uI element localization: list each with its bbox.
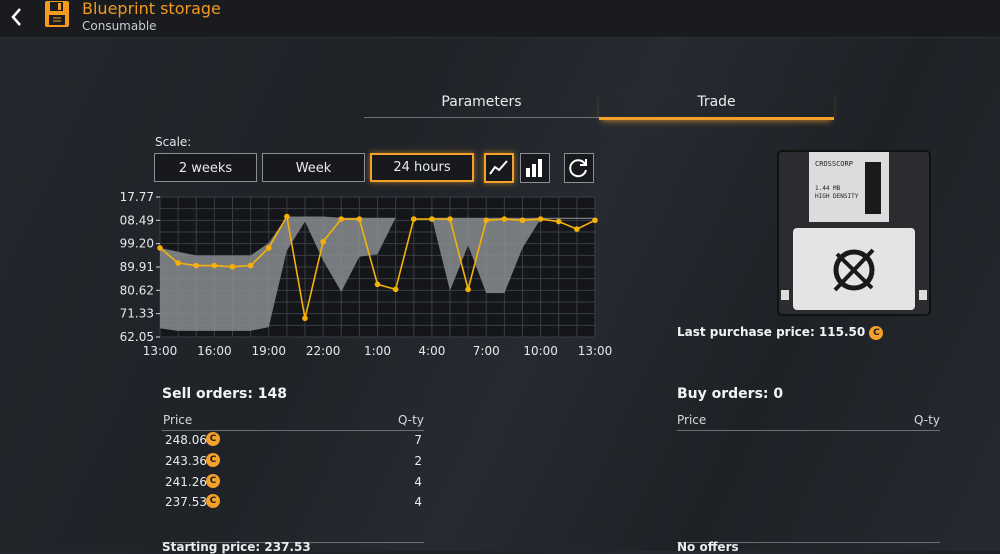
price-point — [483, 217, 490, 224]
bar-chart-toggle-button[interactable] — [520, 153, 550, 183]
refresh-icon — [569, 159, 587, 178]
price-point — [157, 245, 163, 251]
sell-orders-title: Sell orders: 148 — [162, 386, 288, 402]
no-offers-text: No offers — [677, 540, 739, 554]
price-point — [555, 218, 562, 225]
y-tick-label: 299.20 — [120, 237, 154, 251]
currency-coin-icon: C — [869, 325, 884, 340]
x-tick-label: 16:00 — [197, 344, 232, 358]
disk-label-text: CROSSCORP — [815, 160, 853, 168]
price-point — [447, 216, 453, 222]
price-point — [429, 216, 435, 222]
y-tick-label: 262.05 — [120, 330, 154, 344]
divider — [162, 430, 424, 431]
sell-order-price: 243.36 — [165, 454, 207, 468]
x-tick-label: 7:00 — [473, 344, 500, 358]
currency-coin-icon: C — [206, 432, 220, 446]
sell-order-qty: 4 — [414, 475, 422, 489]
tab-trade[interactable]: Trade — [599, 90, 834, 120]
sell-order-qty: 2 — [414, 454, 422, 468]
price-point — [501, 216, 508, 222]
disk-label-text: 1.44 MB — [815, 185, 841, 192]
price-point — [247, 262, 254, 269]
x-tick-label: 22:00 — [306, 344, 341, 358]
y-tick-label: 289.91 — [120, 260, 154, 274]
sell-order-row[interactable]: 248.06 C 7 — [162, 432, 424, 453]
item-image-floppy-disk: CROSSCORP 1.44 MB HIGH DENSITY — [777, 150, 931, 316]
sell-qty-header: Q-ty — [398, 413, 424, 427]
sell-order-row[interactable]: 237.53 C 4 — [162, 494, 424, 515]
price-point — [574, 226, 580, 232]
line-chart-icon — [489, 160, 508, 175]
sell-price-header: Price — [163, 413, 193, 427]
page-title: Blueprint storage — [82, 0, 221, 18]
sell-order-price: 237.53 — [165, 495, 207, 509]
currency-coin-icon: C — [206, 453, 220, 467]
price-point — [302, 315, 308, 322]
x-tick-label: 13:00 — [143, 344, 178, 358]
y-tick-label: 308.49 — [120, 213, 154, 227]
buy-price-header: Price — [677, 413, 707, 427]
y-axis-ticks: 317.77 308.49 299.20 289.91 280.62 271.33 262.… — [120, 190, 160, 344]
price-point — [320, 238, 326, 245]
price-point — [193, 262, 200, 269]
y-tick-label: 317.77 — [120, 190, 154, 204]
x-axis-ticks: 13:00 16:00 19:00 22:00 1:00 4:00 7:00 10:00 13:… — [143, 344, 613, 358]
price-point — [265, 245, 272, 251]
price-point — [229, 263, 236, 270]
scale-week-button[interactable]: Week — [262, 153, 365, 182]
price-point — [592, 217, 598, 224]
starting-price: Starting price: 237.53 — [162, 540, 311, 554]
price-point — [211, 262, 218, 269]
line-chart-toggle-button[interactable] — [484, 153, 514, 183]
price-point — [356, 216, 363, 222]
price-point — [410, 216, 417, 222]
x-tick-label: 10:00 — [523, 344, 558, 358]
price-point — [374, 281, 381, 288]
price-chart: 317.77 308.49 299.20 289.91 280.62 271.33 262.… — [120, 190, 613, 358]
last-purchase-price-text: Last purchase price: 115.50 — [677, 325, 866, 339]
bar-chart-icon — [526, 159, 542, 177]
y-tick-label: 271.33 — [120, 307, 154, 321]
disk-label-text: HIGH DENSITY — [815, 193, 859, 200]
page-subtitle: Consumable — [82, 19, 157, 33]
currency-coin-icon: C — [206, 494, 220, 508]
price-point — [338, 216, 345, 222]
x-tick-label: 19:00 — [251, 344, 286, 358]
sell-order-qty: 4 — [414, 495, 422, 509]
sell-order-price: 248.06 — [165, 433, 207, 447]
price-point — [392, 286, 399, 293]
sell-order-row[interactable]: 241.26 C 4 — [162, 474, 424, 495]
refresh-button[interactable] — [564, 153, 594, 183]
last-purchase-price: Last purchase price: 115.50 C — [677, 325, 884, 340]
sell-order-price: 241.26 — [165, 475, 207, 489]
x-tick-label: 13:00 — [578, 344, 613, 358]
back-arrow-icon[interactable] — [8, 6, 26, 28]
price-point — [175, 260, 181, 266]
x-tick-label: 1:00 — [364, 344, 391, 358]
scale-2-weeks-button[interactable]: 2 weeks — [154, 153, 257, 182]
price-point — [519, 217, 526, 224]
scale-24-hours-button[interactable]: 24 hours — [370, 153, 474, 182]
price-point — [537, 216, 544, 222]
y-tick-label: 280.62 — [120, 283, 154, 297]
scale-label: Scale: — [155, 135, 192, 149]
price-point — [465, 286, 471, 293]
divider — [677, 430, 940, 431]
tab-bar: Parameters Trade — [364, 90, 834, 120]
top-bar: Blueprint storage Consumable — [0, 0, 1000, 38]
sell-order-qty: 7 — [414, 433, 422, 447]
buy-orders-title: Buy orders: 0 — [677, 386, 784, 402]
currency-coin-icon: C — [206, 474, 220, 488]
tab-parameters[interactable]: Parameters — [364, 90, 599, 118]
floppy-disk-icon — [44, 0, 70, 28]
sell-order-row[interactable]: 243.36 C 2 — [162, 453, 424, 474]
price-point — [284, 213, 290, 220]
x-tick-label: 4:00 — [418, 344, 445, 358]
buy-qty-header: Q-ty — [914, 413, 940, 427]
